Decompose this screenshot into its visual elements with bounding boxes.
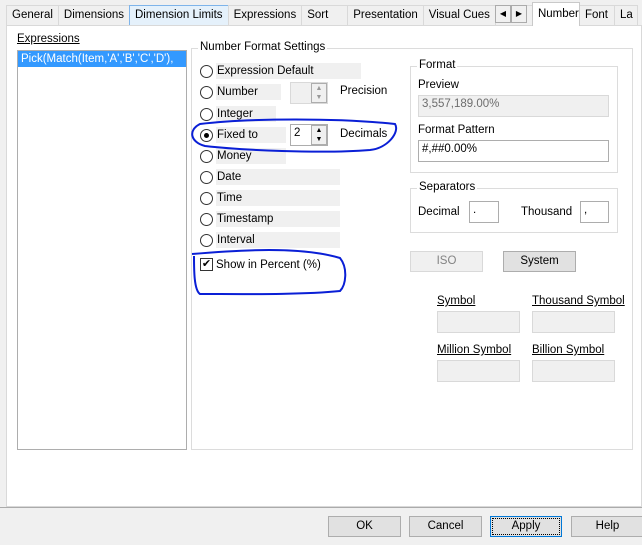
cancel-button[interactable]: Cancel <box>409 516 482 537</box>
annotation-ellipse-fixed-to <box>191 118 398 153</box>
apply-button[interactable]: Apply <box>490 516 562 537</box>
help-button[interactable]: Help <box>571 516 642 537</box>
hand-drawn-annotations <box>191 118 398 296</box>
ok-button[interactable]: OK <box>328 516 401 537</box>
annotation-outline-show-percent <box>191 249 347 296</box>
tab-number[interactable]: Number <box>531 2 580 26</box>
